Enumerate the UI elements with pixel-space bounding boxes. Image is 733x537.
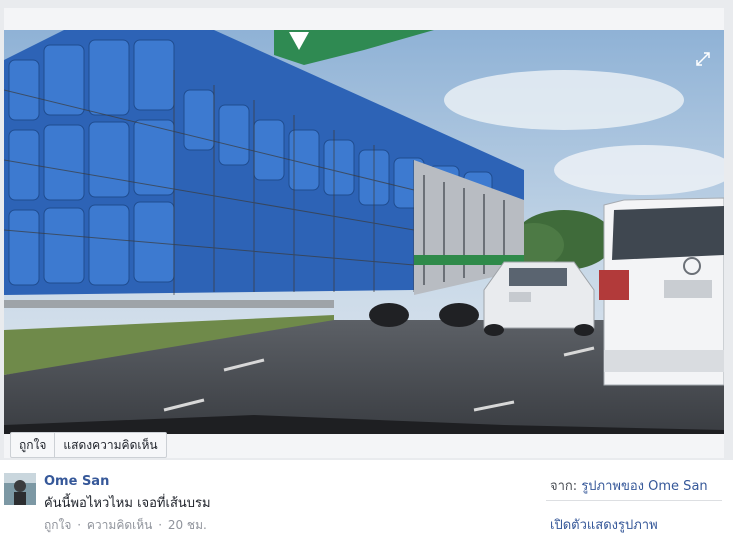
- meta-like-link[interactable]: ถูกใจ: [44, 518, 71, 532]
- expand-icon[interactable]: [696, 52, 710, 66]
- album-source: จาก: รูปภาพของ Ome San: [550, 475, 708, 496]
- open-photo-viewer-link[interactable]: เปิดตัวแสดงรูปภาพ: [550, 514, 658, 535]
- avatar[interactable]: [4, 473, 36, 505]
- meta-comment-link[interactable]: ความคิดเห็น: [87, 518, 152, 532]
- post-caption: คันนี้พอไหวไหม เจอที่เส้นบรม: [44, 496, 211, 511]
- photo-action-bar: ถูกใจ แสดงความคิดเห็น: [10, 432, 167, 458]
- meta-separator: ·: [158, 518, 163, 532]
- post-photo[interactable]: [4, 30, 724, 434]
- author-name[interactable]: Ome San: [44, 474, 109, 489]
- like-button[interactable]: ถูกใจ: [11, 433, 54, 457]
- divider: [546, 500, 722, 501]
- post-meta: ถูกใจ · ความคิดเห็น · 20 ชม.: [44, 516, 209, 535]
- post-details: Ome San คันนี้พอไหวไหม เจอที่เส้นบรม ถูก…: [0, 460, 733, 537]
- album-link[interactable]: รูปภาพของ Ome San: [581, 479, 707, 494]
- from-label: จาก:: [550, 479, 578, 494]
- comment-button[interactable]: แสดงความคิดเห็น: [54, 433, 165, 457]
- meta-separator: ·: [77, 518, 82, 532]
- timestamp[interactable]: 20 ชม.: [168, 518, 207, 532]
